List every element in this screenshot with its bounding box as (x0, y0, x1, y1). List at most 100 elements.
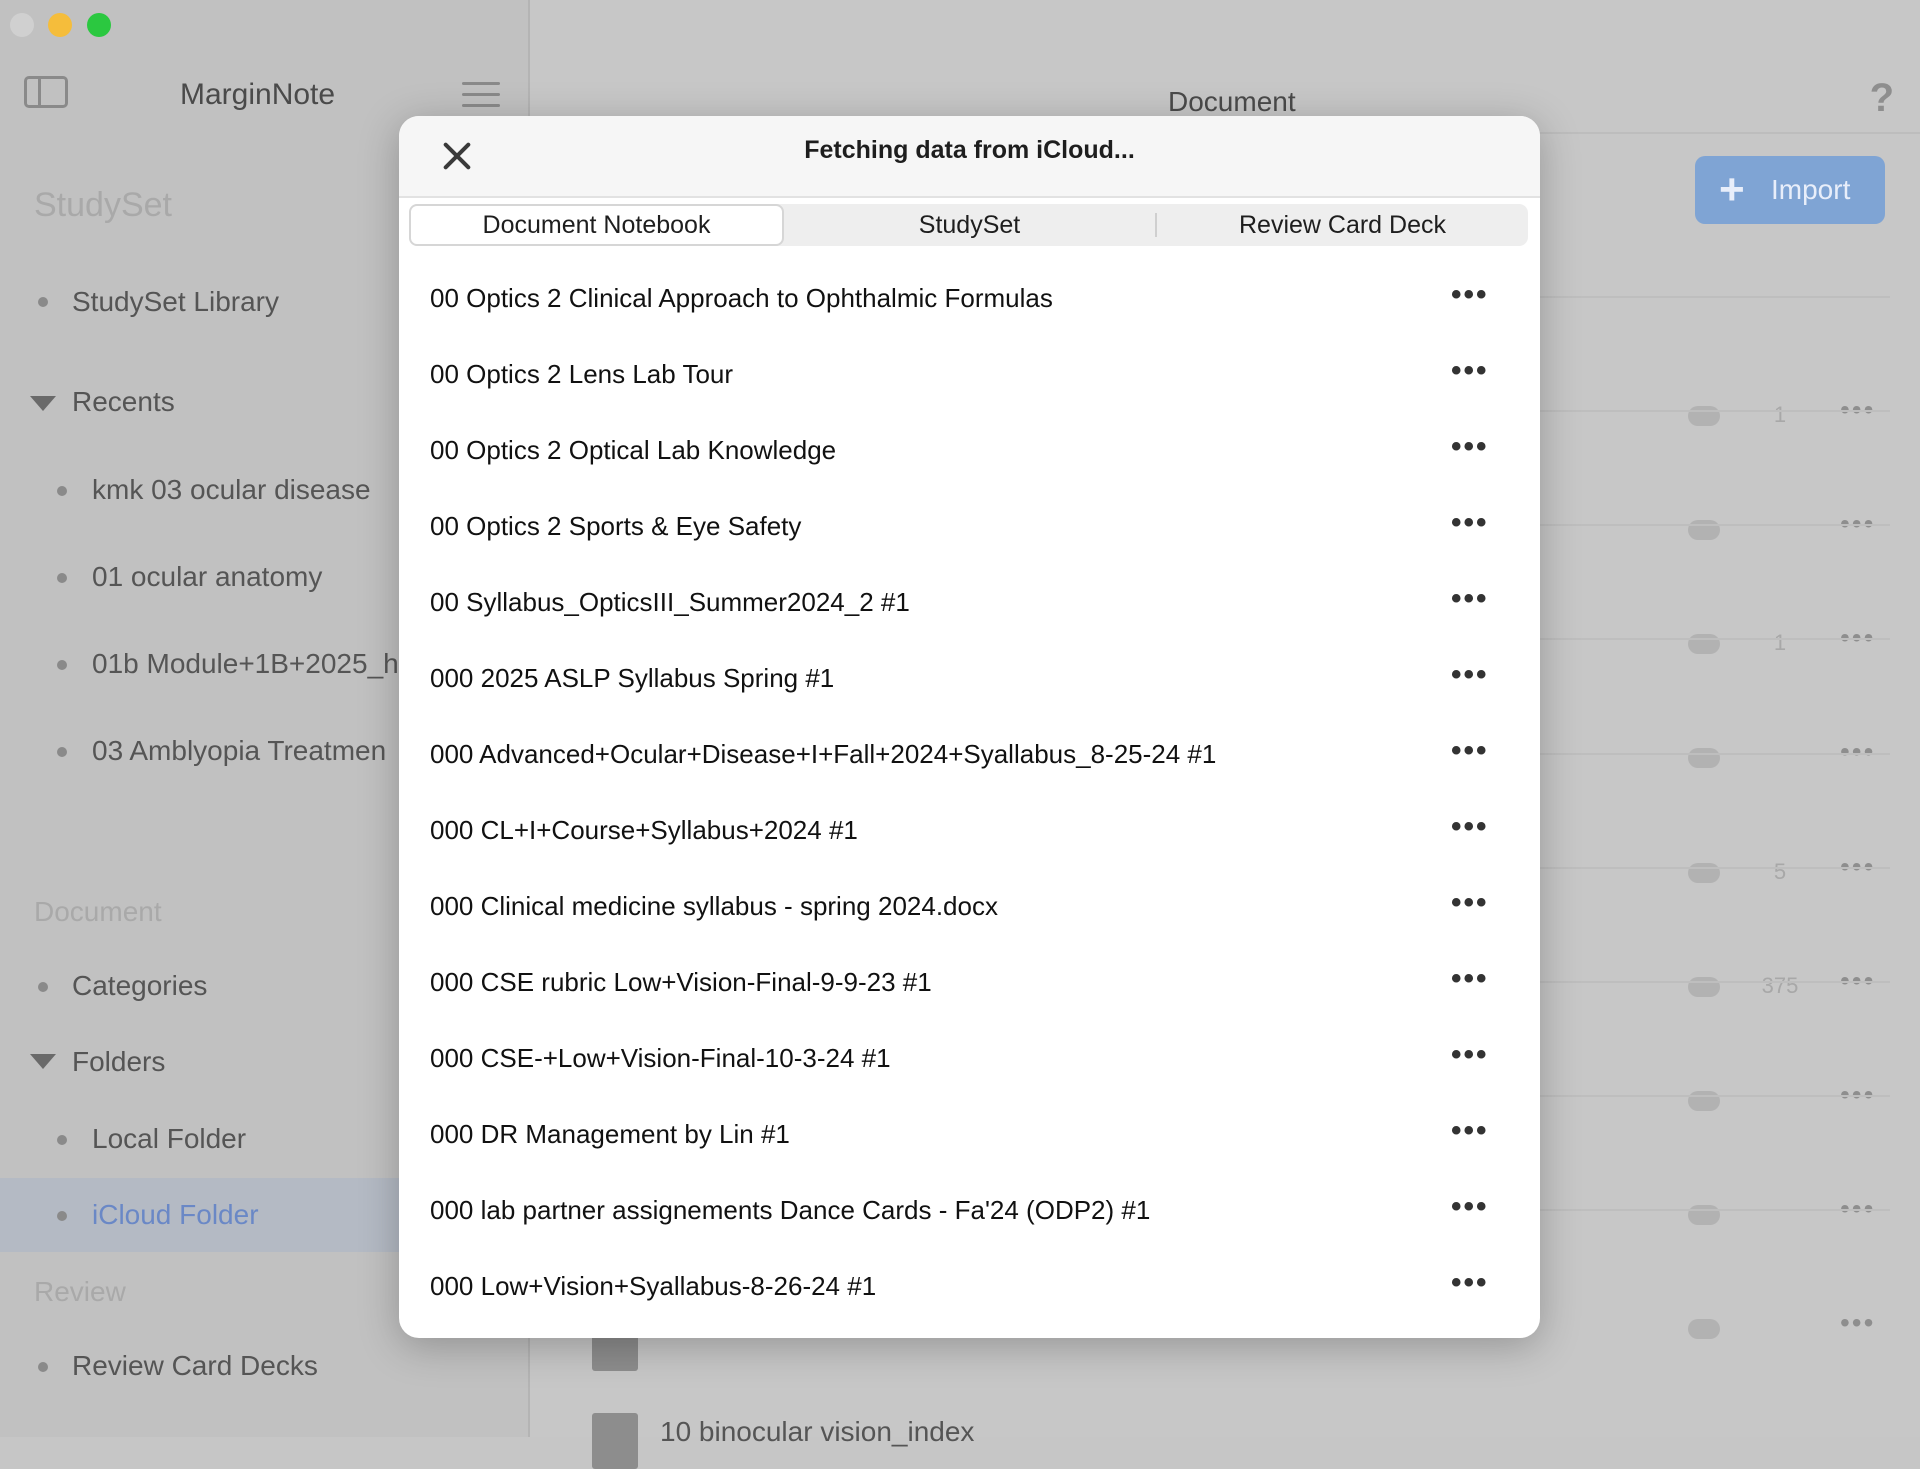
tab-review-card-deck[interactable]: Review Card Deck (1157, 204, 1528, 246)
icloud-sync-dialog: Fetching data from iCloud... Document No… (399, 116, 1540, 1338)
window-close-button[interactable] (10, 13, 34, 37)
more-options-icon[interactable]: ••• (1451, 354, 1489, 388)
app-title: MarginNote (180, 78, 336, 111)
cloud-icon (1688, 1205, 1720, 1225)
more-options-icon[interactable]: ••• (1451, 506, 1489, 540)
notebook-list: 00 Optics 2 Clinical Approach to Ophthal… (399, 262, 1540, 1326)
notebook-title: 000 Low+Vision+Syallabus-8-26-24 #1 (430, 1271, 877, 1301)
more-options-icon[interactable]: ••• (1840, 1307, 1875, 1339)
sidebar-section-recents[interactable]: Recents (72, 386, 175, 418)
bullet-icon (57, 486, 67, 496)
sidebar-section-folders[interactable]: Folders (72, 1046, 165, 1078)
tab-studyset[interactable]: StudySet (784, 204, 1155, 246)
page-title: Document (1168, 86, 1296, 117)
sidebar-item-categories[interactable]: Categories (72, 970, 207, 1002)
cloud-icon (1688, 520, 1720, 540)
notebook-title: 000 DR Management by Lin #1 (430, 1119, 790, 1149)
sidebar-item-icloud-folder[interactable]: iCloud Folder (92, 1199, 259, 1231)
list-item[interactable]: 00 Optics 2 Sports & Eye Safety ••• (399, 490, 1540, 566)
sidebar-recent-item[interactable]: kmk 03 ocular disease (92, 474, 371, 506)
more-options-icon[interactable]: ••• (1840, 736, 1875, 768)
menu-icon[interactable] (462, 82, 500, 115)
notebook-title: 00 Optics 2 Optical Lab Knowledge (430, 435, 837, 465)
list-item[interactable]: 00 Optics 2 Clinical Approach to Ophthal… (399, 262, 1540, 338)
notebook-title: 000 Advanced+Ocular+Disease+I+Fall+2024+… (430, 739, 1217, 769)
sidebar-toggle-icon[interactable] (24, 76, 68, 108)
cloud-icon (1688, 1091, 1720, 1111)
more-options-icon[interactable]: ••• (1451, 1038, 1489, 1072)
list-item[interactable]: 000 Clinical medicine syllabus - spring … (399, 870, 1540, 946)
cloud-icon (1688, 748, 1720, 768)
notebook-title: 00 Syllabus_OpticsIII_Summer2024_2 #1 (430, 587, 910, 617)
help-icon[interactable]: ? (1870, 76, 1894, 121)
more-options-icon[interactable]: ••• (1451, 430, 1489, 464)
more-options-icon[interactable]: ••• (1451, 1114, 1489, 1148)
notebook-title: 000 2025 ASLP Syllabus Spring #1 (430, 663, 835, 693)
note-count: 1 (1773, 402, 1787, 427)
list-item[interactable]: 00 Optics 2 Optical Lab Knowledge ••• (399, 414, 1540, 490)
more-options-icon[interactable]: ••• (1451, 582, 1489, 616)
studyset-header: StudySet (34, 186, 172, 224)
disclosure-triangle-icon[interactable] (30, 1054, 56, 1069)
notebook-title: 000 lab partner assignements Dance Cards… (430, 1195, 1151, 1225)
list-item[interactable]: 000 Advanced+Ocular+Disease+I+Fall+2024+… (399, 718, 1540, 794)
tab-document-notebook[interactable]: Document Notebook (409, 204, 784, 246)
cloud-icon (1688, 634, 1720, 654)
note-count: 375 (1761, 973, 1799, 998)
notebook-title: 00 Optics 2 Sports & Eye Safety (430, 511, 802, 541)
dialog-header: Fetching data from iCloud... (399, 116, 1540, 198)
bullet-icon (57, 747, 67, 757)
list-item[interactable]: 000 CL+I+Course+Syllabus+2024 #1 ••• (399, 794, 1540, 870)
bullet-icon (57, 573, 67, 583)
more-options-icon[interactable]: ••• (1451, 810, 1489, 844)
more-options-icon[interactable]: ••• (1451, 1190, 1489, 1224)
list-item[interactable]: 00 Optics 2 Lens Lab Tour ••• (399, 338, 1540, 414)
bullet-icon (38, 1362, 48, 1372)
notebook-title: 000 CSE rubric Low+Vision-Final-9-9-23 #… (430, 967, 932, 997)
list-item[interactable]: 000 Low+Vision+Syallabus-8-26-24 #1 ••• (399, 1250, 1540, 1326)
sidebar-item-review-card-decks[interactable]: Review Card Decks (72, 1350, 318, 1382)
more-options-icon[interactable]: ••• (1451, 658, 1489, 692)
bullet-icon (38, 297, 48, 307)
sidebar-recent-item[interactable]: 03 Amblyopia Treatmen (92, 735, 386, 767)
note-count: 5 (1773, 859, 1787, 884)
plus-icon: + (1719, 165, 1745, 214)
bullet-icon (38, 982, 48, 992)
list-item[interactable]: 000 lab partner assignements Dance Cards… (399, 1174, 1540, 1250)
more-options-icon[interactable]: ••• (1451, 886, 1489, 920)
notebook-title: 00 Optics 2 Lens Lab Tour (430, 359, 734, 389)
cloud-icon (1688, 1319, 1720, 1339)
sidebar-recent-item[interactable]: 01 ocular anatomy (92, 561, 322, 593)
list-item[interactable]: 000 CSE rubric Low+Vision-Final-9-9-23 #… (399, 946, 1540, 1022)
disclosure-triangle-icon[interactable] (30, 396, 56, 411)
list-item[interactable]: 000 DR Management by Lin #1 ••• (399, 1098, 1540, 1174)
window-minimize-button[interactable] (48, 13, 72, 37)
bullet-icon (57, 1135, 67, 1145)
notebook-title: 000 Clinical medicine syllabus - spring … (430, 891, 998, 921)
more-options-icon[interactable]: ••• (1451, 962, 1489, 996)
list-item[interactable]: 000 2025 ASLP Syllabus Spring #1 ••• (399, 642, 1540, 718)
notebook-title: 000 CL+I+Course+Syllabus+2024 #1 (430, 815, 858, 845)
document-title[interactable]: 10 binocular vision_index (660, 1416, 974, 1448)
bullet-icon (57, 1211, 67, 1221)
import-label: Import (1771, 174, 1851, 205)
cloud-icon (1688, 977, 1720, 997)
list-item[interactable]: 00 Syllabus_OpticsIII_Summer2024_2 #1 ••• (399, 566, 1540, 642)
sidebar-recent-item[interactable]: 01b Module+1B+2025_h (92, 648, 399, 680)
document-thumbnail (592, 1413, 638, 1469)
cloud-icon (1688, 863, 1720, 883)
more-options-icon[interactable]: ••• (1451, 734, 1489, 768)
cloud-icon (1688, 406, 1720, 426)
document-header: Document (34, 896, 162, 927)
bullet-icon (57, 660, 67, 670)
import-button[interactable]: + Import (1695, 156, 1885, 224)
sidebar-item-local-folder[interactable]: Local Folder (92, 1123, 246, 1155)
more-options-icon[interactable]: ••• (1451, 1266, 1489, 1300)
more-options-icon[interactable]: ••• (1451, 278, 1489, 312)
sidebar-item-studyset-library[interactable]: StudySet Library (72, 286, 279, 318)
notebook-title: 000 CSE-+Low+Vision-Final-10-3-24 #1 (430, 1043, 891, 1073)
segmented-control: Document Notebook StudySet Review Card D… (409, 204, 1528, 246)
list-item[interactable]: 000 CSE-+Low+Vision-Final-10-3-24 #1 ••• (399, 1022, 1540, 1098)
window-maximize-button[interactable] (87, 13, 111, 37)
review-header: Review (34, 1276, 126, 1307)
